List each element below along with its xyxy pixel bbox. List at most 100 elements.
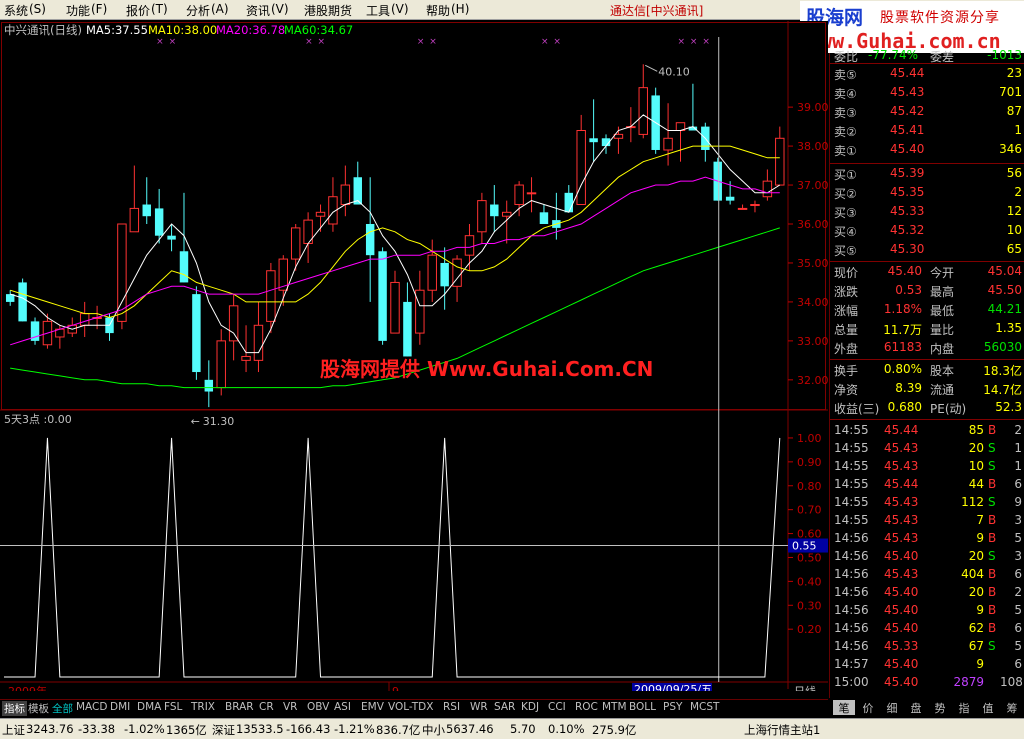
menu-7[interactable]: 帮助: [426, 2, 450, 19]
tick-count: 5: [1014, 639, 1022, 653]
menu-6[interactable]: 工具: [366, 2, 390, 19]
event-marker-icon: ×: [417, 37, 425, 47]
period-label[interactable]: 日线: [794, 684, 816, 691]
menu-5[interactable]: 港股期货: [304, 2, 352, 19]
price-chart[interactable]: 中兴通讯(日线) MA5:37.55 MA10:38.00MA20:36.78MA6…: [0, 21, 828, 691]
candle-body: [216, 340, 226, 389]
tab-rsi[interactable]: RSI: [441, 701, 462, 716]
tick-volume: 7: [976, 513, 984, 527]
menu-4[interactable]: 资讯: [246, 2, 270, 19]
side-tab-5[interactable]: 指: [953, 700, 975, 715]
tick-time: 14:56: [834, 549, 869, 563]
stat-row: 外盘 61183 内盘 56030: [830, 339, 1024, 357]
tab-roc[interactable]: ROC: [573, 701, 600, 716]
tick-time: 15:00: [834, 675, 869, 689]
event-marker-icon: ×: [702, 37, 710, 47]
menu-3[interactable]: 分析: [186, 2, 210, 19]
candle-body: [490, 204, 499, 217]
sz-amount: 836.7亿: [376, 723, 421, 737]
side-tab-2[interactable]: 细: [881, 700, 903, 715]
tab-mtm[interactable]: MTM: [600, 701, 629, 716]
stat-value-2: 44.21: [987, 302, 1022, 316]
server-name[interactable]: 上海行情主站1: [744, 722, 820, 738]
tab-dma[interactable]: DMA: [135, 701, 163, 716]
buy-volume: 56: [1006, 166, 1022, 180]
tick-row: 14:56 45.43 9 B 5: [830, 530, 1024, 548]
side-tab-3[interactable]: 盘: [905, 700, 927, 715]
tick-price: 45.40: [884, 603, 919, 617]
tick-row: 14:56 45.40 20 B 2: [830, 584, 1024, 602]
tab-asi[interactable]: ASI: [332, 701, 353, 716]
candle-body: [315, 211, 326, 217]
tick-row: 14:57 45.40 9 6: [830, 656, 1024, 674]
side-tab-1[interactable]: 价: [857, 700, 879, 715]
price-tick: 39.00: [797, 101, 828, 114]
stat-value-2: 45.04: [987, 264, 1022, 278]
candle-body: [589, 138, 598, 143]
sz-label: 深证: [212, 723, 235, 737]
menu-0[interactable]: 系统: [4, 2, 28, 19]
price-tick: 33.00: [797, 335, 828, 348]
tab-wr[interactable]: WR: [468, 701, 490, 716]
buy-label: 买①: [834, 168, 857, 182]
menu-2[interactable]: 报价: [126, 2, 150, 19]
candle-body: [737, 207, 748, 210]
tick-time: 14:56: [834, 567, 869, 581]
tick-count: 1: [1014, 441, 1022, 455]
tick-volume: 112: [961, 495, 984, 509]
stat-label: 总量: [834, 323, 859, 337]
tab-sar[interactable]: SAR: [492, 701, 517, 716]
side-tab-0[interactable]: 笔: [833, 700, 855, 715]
tick-volume: 67: [968, 639, 984, 653]
menu-1[interactable]: 功能: [66, 2, 90, 19]
tab-boll[interactable]: BOLL: [627, 701, 658, 716]
stat-row: 总量 11.7万 量比 1.35: [830, 320, 1024, 338]
candle-body: [378, 251, 387, 341]
tab-macd[interactable]: MACD: [74, 701, 109, 716]
tab-模板[interactable]: 模板: [26, 701, 51, 716]
tab-fsl[interactable]: FSL: [162, 701, 184, 716]
stat-label-2: 今开: [930, 266, 955, 280]
tab-全部[interactable]: 全部: [50, 701, 75, 716]
price-tick: 36.00: [797, 218, 828, 231]
side-tab-7[interactable]: 筹: [1001, 700, 1023, 715]
tab-dmi[interactable]: DMI: [108, 701, 132, 716]
sz-change: -166.43: [286, 722, 331, 736]
tab-cci[interactable]: CCI: [546, 701, 568, 716]
tab-cr[interactable]: CR: [257, 701, 276, 716]
tab-vr[interactable]: VR: [281, 701, 299, 716]
candle-body: [638, 87, 648, 135]
menu-key-4: (V): [271, 2, 289, 16]
tick-row: 14:55 45.44 85 B 2: [830, 422, 1024, 440]
price-tick: 35.00: [797, 257, 828, 270]
tick-price: 45.43: [884, 441, 919, 455]
tick-price: 45.44: [884, 477, 919, 491]
candle-body: [79, 313, 90, 326]
side-tab-4[interactable]: 势: [929, 700, 951, 715]
tick-price: 45.43: [884, 495, 919, 509]
tab-trix[interactable]: TRIX: [189, 701, 217, 716]
sell-volume: 87: [1006, 104, 1022, 118]
min-price-label: 31.30: [203, 415, 235, 428]
tick-volume: 10: [968, 459, 984, 473]
tab-obv[interactable]: OBV: [305, 701, 331, 716]
tab-brar[interactable]: BRAR: [223, 701, 256, 716]
sell-price: 45.42: [890, 104, 925, 118]
zx-amount: 275.9亿: [592, 723, 637, 737]
stat-value-2: 45.50: [987, 283, 1022, 297]
tick-time: 14:55: [834, 459, 869, 473]
tab-psy[interactable]: PSY: [661, 701, 684, 716]
tick-count: 2: [1014, 585, 1022, 599]
stat-value: 11.7万: [883, 323, 922, 337]
tick-side: B: [988, 513, 997, 527]
event-marker-icon: ×: [169, 37, 177, 47]
tab-指标[interactable]: 指标: [2, 701, 27, 716]
tab-emv[interactable]: EMV: [359, 701, 386, 716]
tick-row: 14:56 45.43 404 B 6: [830, 566, 1024, 584]
side-tab-6[interactable]: 值: [977, 700, 999, 715]
tick-row: 14:55 45.43 20 S 1: [830, 440, 1024, 458]
tab-vol-tdx[interactable]: VOL-TDX: [386, 701, 435, 716]
tab-mcst[interactable]: MCST: [688, 701, 721, 716]
tab-kdj[interactable]: KDJ: [519, 701, 541, 716]
stat2-row: 换手 0.80% 股本 18.3亿: [830, 361, 1024, 379]
